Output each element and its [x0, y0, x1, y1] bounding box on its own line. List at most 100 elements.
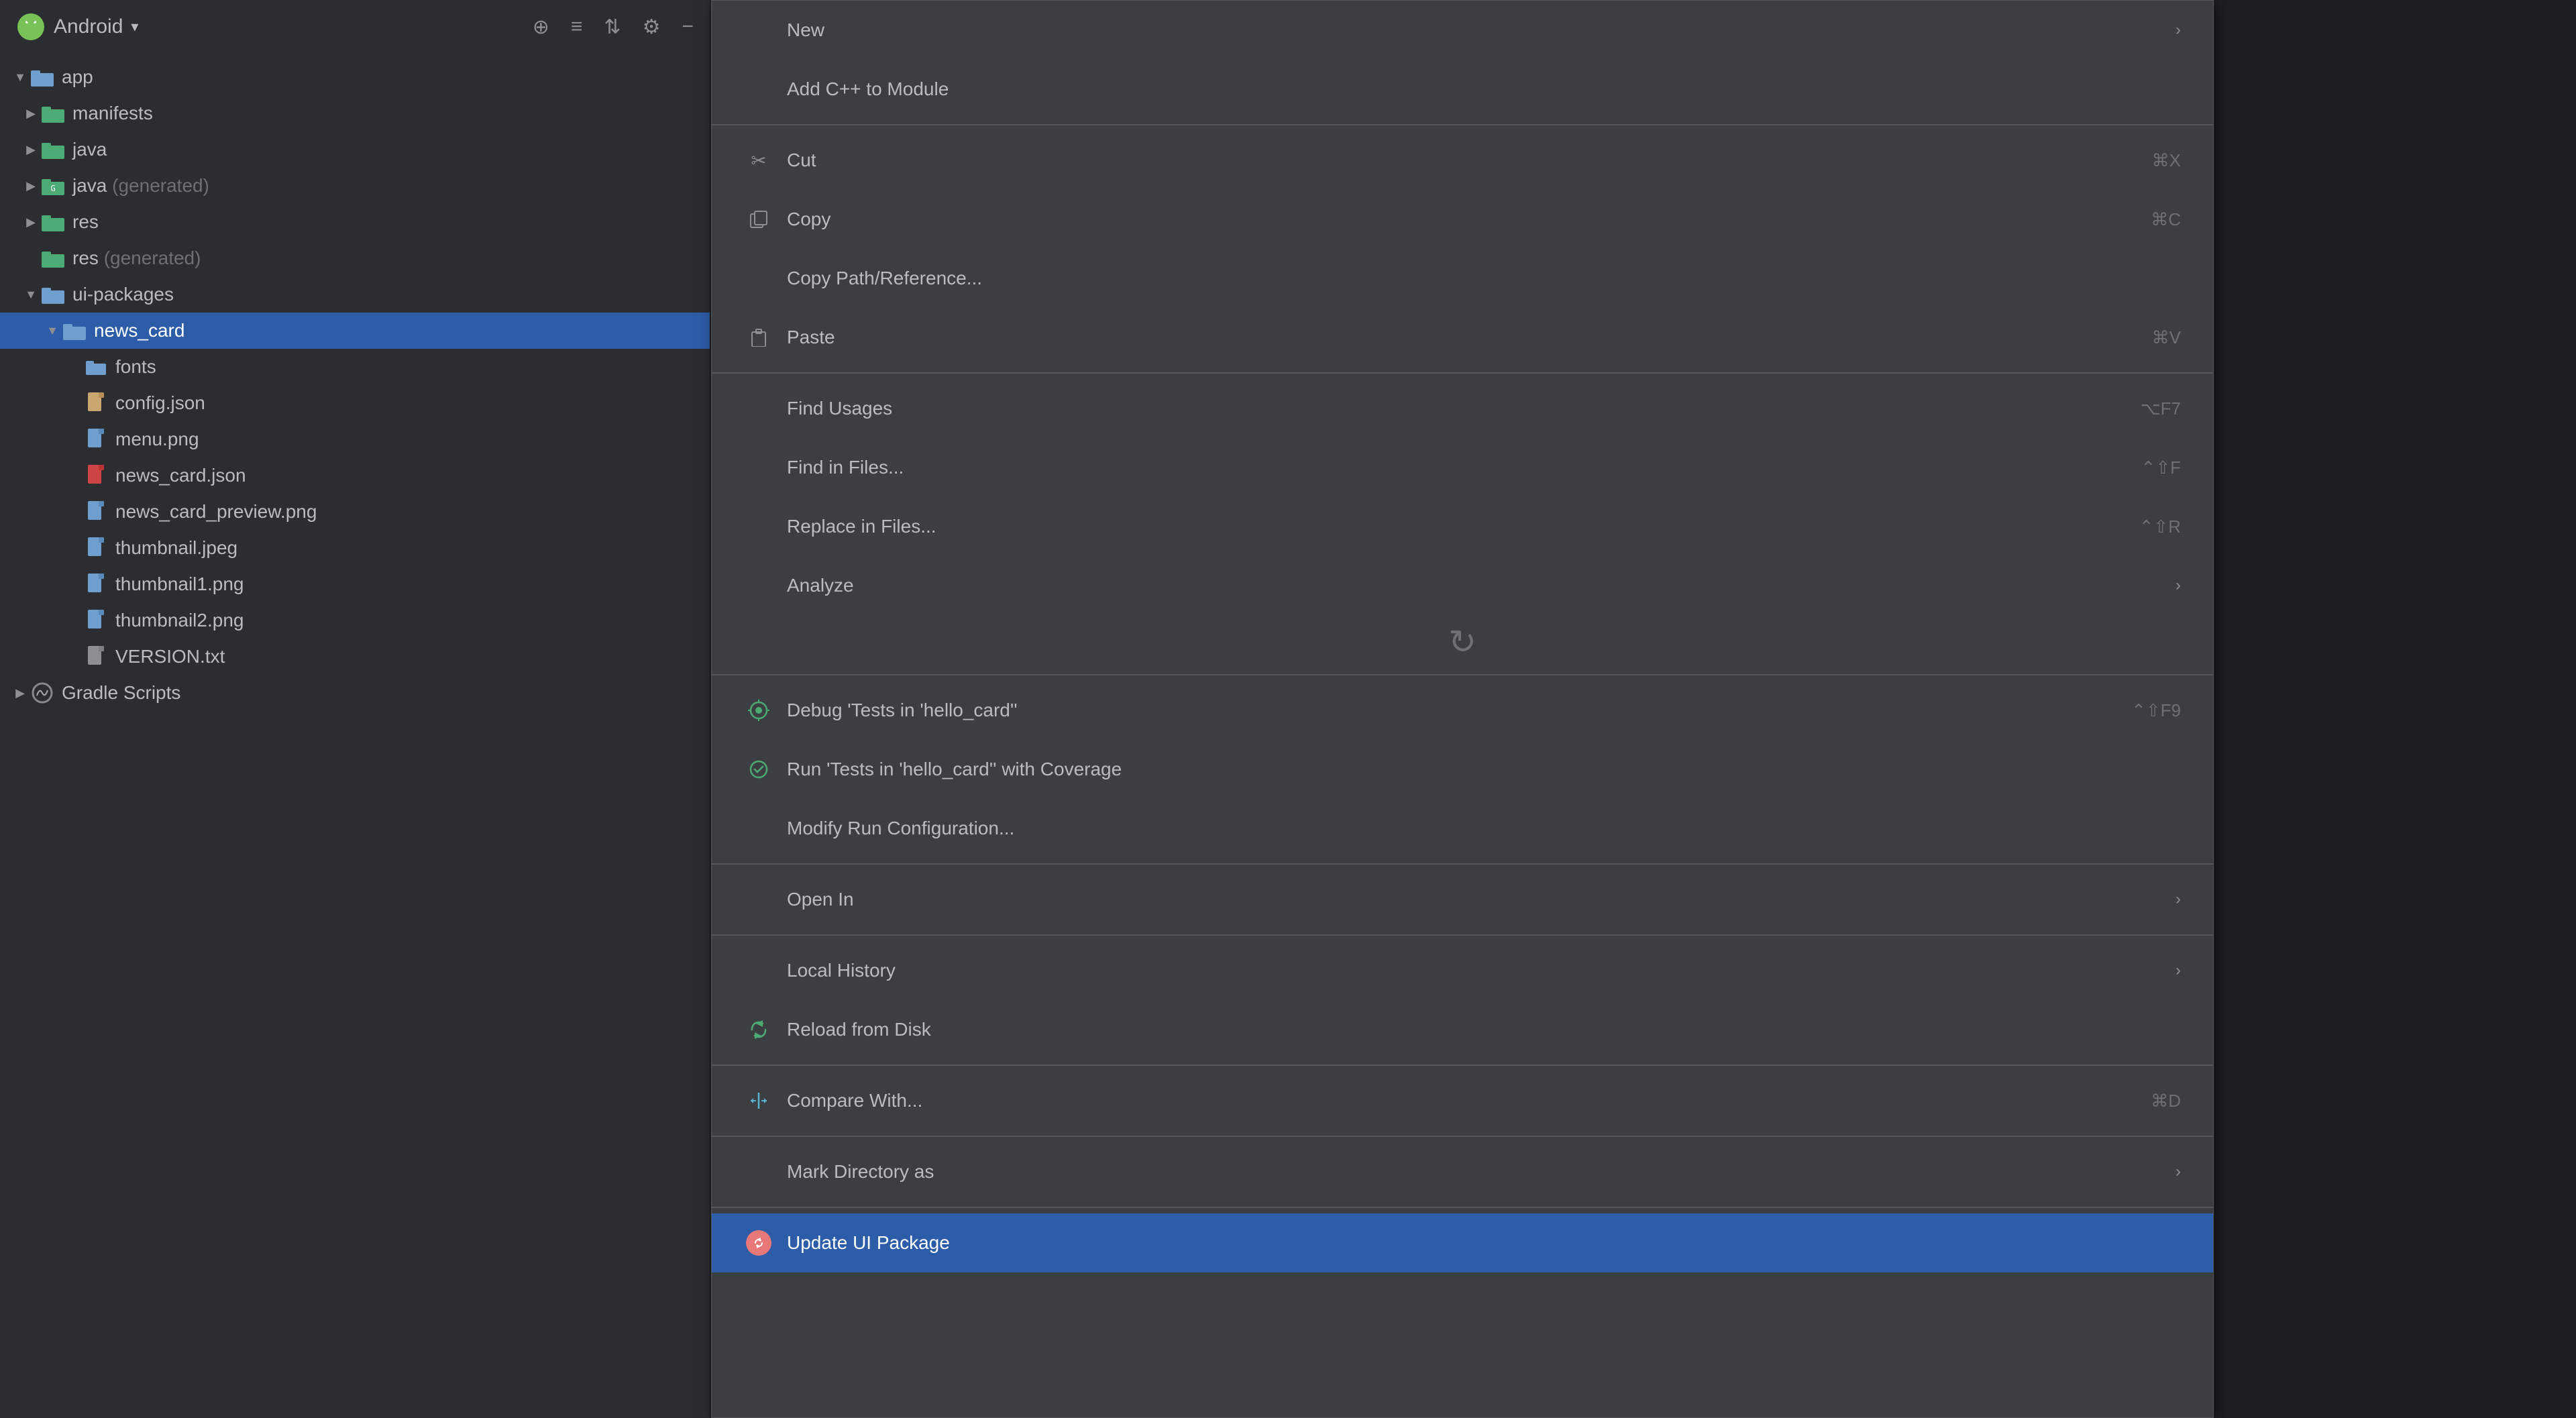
file-tree-panel: Android ▾ ⊕ ≡ ⇅ ⚙ − ▼ app ▶ [0, 0, 711, 1418]
tree-item-java-generated[interactable]: ▶ G java (generated) [0, 168, 710, 204]
tree-item-label: java [72, 139, 107, 160]
chevron-icon: ▶ [21, 107, 40, 121]
tree-item-label: thumbnail.jpeg [115, 537, 237, 559]
menu-item-add-cpp[interactable]: Add C++ to Module [712, 60, 2213, 119]
menu-label: Compare With... [787, 1090, 2110, 1111]
menu-item-compare-with[interactable]: Compare With... ⌘D [712, 1071, 2213, 1130]
menu-item-modify-run[interactable]: Modify Run Configuration... [712, 799, 2213, 858]
menu-item-copy-path[interactable]: Copy Path/Reference... [712, 249, 2213, 308]
menu-shortcut: ⌃⇧R [2139, 516, 2181, 537]
tree-item-label: config.json [115, 392, 205, 414]
menu-label: Reload from Disk [787, 1019, 2181, 1040]
menu-label: Open In [787, 889, 2165, 910]
sidebar-header-left: Android ▾ [16, 12, 138, 42]
menu-label: Run 'Tests in 'hello_card'' with Coverag… [787, 759, 2181, 780]
collapse-all-icon[interactable]: ≡ [571, 15, 583, 38]
menu-item-find-usages[interactable]: Find Usages ⌥F7 [712, 379, 2213, 438]
tree-item-thumbnail-jpeg[interactable]: thumbnail.jpeg [0, 530, 710, 566]
target-icon[interactable]: ⊕ [533, 15, 549, 39]
submenu-arrow-icon: › [2176, 1162, 2181, 1181]
file-jpeg-icon [83, 535, 109, 561]
file-png-icon [83, 427, 109, 452]
menu-label: Find in Files... [787, 457, 2101, 478]
paste-icon [744, 323, 773, 352]
minimize-icon[interactable]: − [682, 15, 694, 38]
tree-item-label: news_card_preview.png [115, 501, 317, 523]
menu-label: Add C++ to Module [787, 78, 2181, 100]
tree-item-version-txt[interactable]: VERSION.txt [0, 639, 710, 675]
file-png-icon [83, 499, 109, 525]
tree-item-label: java (generated) [72, 175, 209, 197]
menu-label: Modify Run Configuration... [787, 818, 2181, 839]
tree-item-thumbnail2-png[interactable]: thumbnail2.png [0, 602, 710, 639]
menu-item-replace-in-files[interactable]: Replace in Files... ⌃⇧R [712, 497, 2213, 556]
tree-item-ui-packages[interactable]: ▼ ui-packages [0, 276, 710, 313]
update-icon-circle [746, 1230, 771, 1256]
folder-teal-icon [40, 209, 66, 235]
submenu-arrow-icon: › [2176, 890, 2181, 909]
menu-item-cut[interactable]: ✂ Cut ⌘X [712, 131, 2213, 190]
expand-icon[interactable]: ⇅ [604, 15, 621, 39]
tree-item-config-json[interactable]: config.json [0, 385, 710, 421]
settings-icon[interactable]: ⚙ [643, 15, 661, 39]
tree-item-manifests[interactable]: ▶ manifests [0, 95, 710, 131]
menu-shortcut: ⌃⇧F9 [2131, 700, 2181, 721]
menu-item-find-in-files[interactable]: Find in Files... ⌃⇧F [712, 438, 2213, 497]
dropdown-arrow-icon[interactable]: ▾ [131, 18, 138, 36]
tree-item-label: res [72, 211, 99, 233]
menu-item-debug[interactable]: Debug 'Tests in 'hello_card'' ⌃⇧F9 [712, 681, 2213, 740]
menu-item-update-ui-package[interactable]: Update UI Package [712, 1213, 2213, 1272]
file-tree: ▼ app ▶ manifests ▶ [0, 54, 710, 716]
tree-item-label: app [62, 66, 93, 88]
menu-item-copy[interactable]: Copy ⌘C [712, 190, 2213, 249]
menu-item-run-coverage[interactable]: Run 'Tests in 'hello_card'' with Coverag… [712, 740, 2213, 799]
menu-item-local-history[interactable]: Local History › [712, 941, 2213, 1000]
update-ui-icon [744, 1228, 773, 1258]
tree-item-label: thumbnail1.png [115, 574, 244, 595]
gradle-icon [30, 680, 55, 706]
tree-item-news-card[interactable]: ▼ news_card [0, 313, 710, 349]
menu-item-paste[interactable]: Paste ⌘V [712, 308, 2213, 367]
submenu-arrow-icon: › [2176, 961, 2181, 980]
chevron-icon: ▶ [21, 215, 40, 229]
menu-separator [712, 372, 2213, 374]
folder-blue-icon [62, 318, 87, 343]
menu-label: Copy [787, 209, 2110, 230]
folder-teal-icon [40, 101, 66, 126]
chevron-icon: ▶ [21, 143, 40, 157]
tree-item-label: news_card.json [115, 465, 246, 486]
chevron-icon: ▶ [11, 686, 30, 700]
submenu-arrow-icon: › [2176, 21, 2181, 40]
menu-item-mark-dir[interactable]: Mark Directory as › [712, 1142, 2213, 1201]
coverage-icon [744, 755, 773, 784]
menu-label: Cut [787, 150, 2112, 171]
menu-label: Mark Directory as [787, 1161, 2165, 1183]
file-png-icon [83, 608, 109, 633]
menu-item-reload-disk[interactable]: Reload from Disk [712, 1000, 2213, 1059]
tree-item-news-card-json[interactable]: news_card.json [0, 457, 710, 494]
menu-shortcut: ⌥F7 [2141, 398, 2181, 419]
menu-item-analyze[interactable]: Analyze › [712, 556, 2213, 615]
menu-label: New [787, 19, 2165, 41]
tree-item-thumbnail1-png[interactable]: thumbnail1.png [0, 566, 710, 602]
sidebar-header: Android ▾ ⊕ ≡ ⇅ ⚙ − [0, 0, 710, 54]
tree-item-app[interactable]: ▼ app [0, 59, 710, 95]
tree-item-gradle-scripts[interactable]: ▶ Gradle Scripts [0, 675, 710, 711]
tree-item-label: Gradle Scripts [62, 682, 180, 704]
tree-item-res-generated[interactable]: ▶ res (generated) [0, 240, 710, 276]
menu-separator [712, 1065, 2213, 1066]
menu-label: Replace in Files... [787, 516, 2099, 537]
tree-item-res[interactable]: ▶ res [0, 204, 710, 240]
sidebar-title: Android [54, 15, 123, 38]
copy-icon [744, 205, 773, 234]
folder-blue-icon [40, 282, 66, 307]
menu-label: Copy Path/Reference... [787, 268, 2181, 289]
tree-item-news-card-preview-png[interactable]: news_card_preview.png [0, 494, 710, 530]
menu-item-new[interactable]: New › [712, 1, 2213, 60]
tree-item-menu-png[interactable]: menu.png [0, 421, 710, 457]
menu-item-open-in[interactable]: Open In › [712, 870, 2213, 929]
chevron-icon: ▼ [43, 324, 62, 338]
tree-item-label: thumbnail2.png [115, 610, 244, 631]
tree-item-fonts[interactable]: ▶ fonts [0, 349, 710, 385]
tree-item-java[interactable]: ▶ java [0, 131, 710, 168]
